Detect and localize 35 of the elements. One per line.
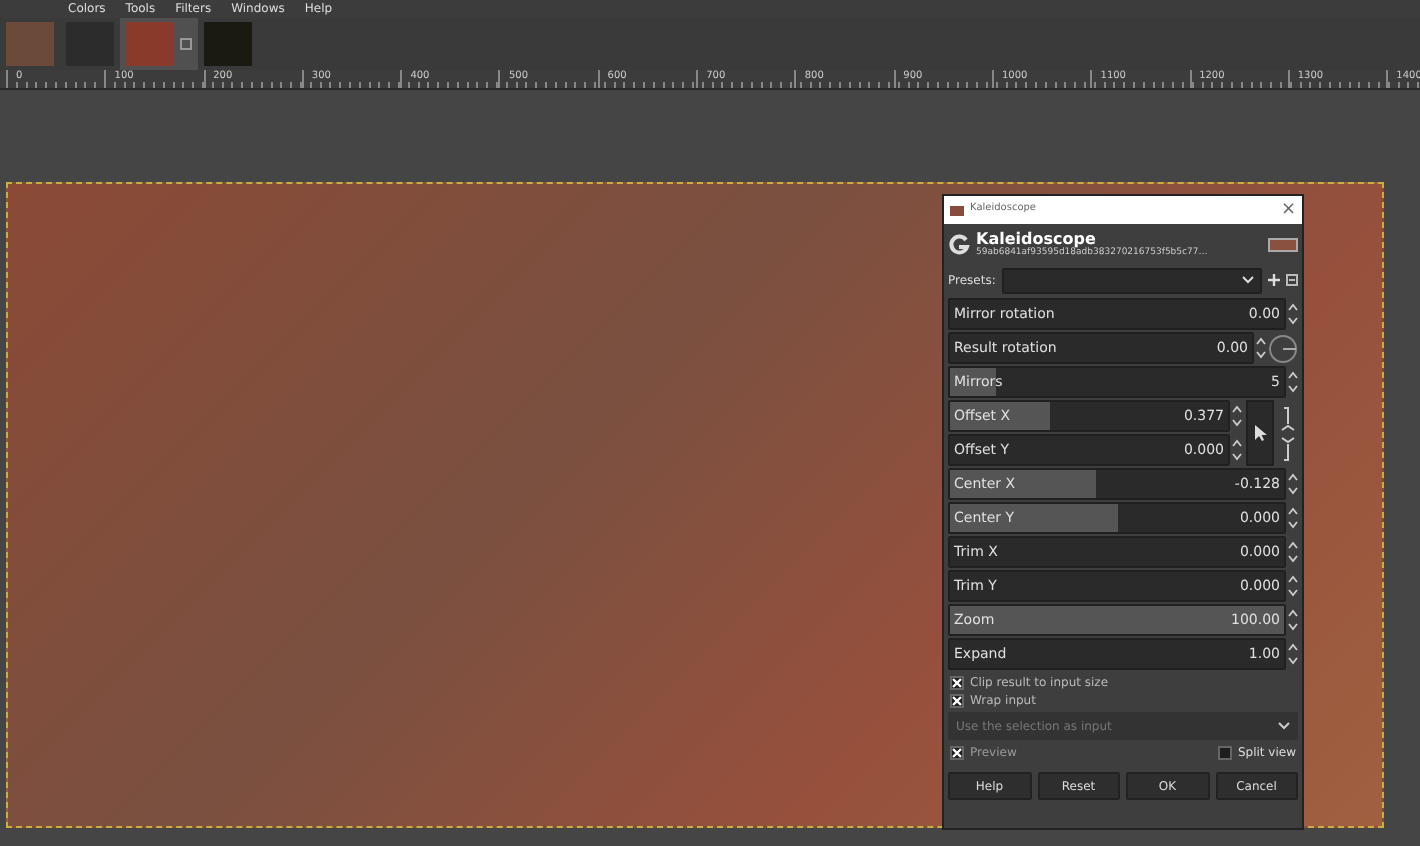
spin-arrows-icon[interactable] <box>1288 574 1298 598</box>
checkbox[interactable] <box>950 675 964 689</box>
pick-point-button[interactable] <box>1246 400 1274 466</box>
image-thumbnail <box>204 22 252 66</box>
menu-icon[interactable] <box>1286 274 1298 286</box>
image-thumbnail <box>126 22 174 66</box>
plus-icon[interactable] <box>1268 274 1280 286</box>
chevron-down-icon <box>1278 722 1290 730</box>
chain-link-icon[interactable] <box>1278 403 1298 463</box>
spin-arrows-icon[interactable] <box>1288 608 1298 632</box>
pointer-icon <box>1253 424 1267 442</box>
angle-dial-icon[interactable] <box>1268 333 1298 363</box>
spin-arrows-icon[interactable] <box>1288 302 1298 326</box>
logo-icon <box>948 233 970 255</box>
spin-arrows-icon[interactable] <box>1288 642 1298 666</box>
checkbox[interactable] <box>1217 745 1232 759</box>
image-thumbnail <box>6 22 54 66</box>
close-icon[interactable] <box>180 38 192 50</box>
close-icon[interactable]: × <box>1280 201 1296 219</box>
image-thumbnail <box>1268 237 1298 251</box>
spin-arrows-icon[interactable] <box>1232 404 1242 428</box>
filter-name: Kaleidoscope <box>976 229 1096 247</box>
spin-arrows-icon[interactable] <box>1232 438 1242 462</box>
spin-arrows-icon[interactable] <box>1288 472 1298 496</box>
chevron-down-icon <box>1242 276 1254 284</box>
spin-arrows-icon[interactable] <box>1288 370 1298 394</box>
checkbox[interactable] <box>950 693 964 707</box>
checkbox[interactable] <box>950 745 964 759</box>
check-icon <box>952 695 962 705</box>
check-icon <box>952 677 962 687</box>
spin-arrows-icon[interactable] <box>1288 540 1298 564</box>
app-icon <box>950 205 964 215</box>
spin-arrows-icon[interactable] <box>1256 336 1266 360</box>
spin-arrows-icon[interactable] <box>1288 506 1298 530</box>
check-icon <box>952 747 962 757</box>
